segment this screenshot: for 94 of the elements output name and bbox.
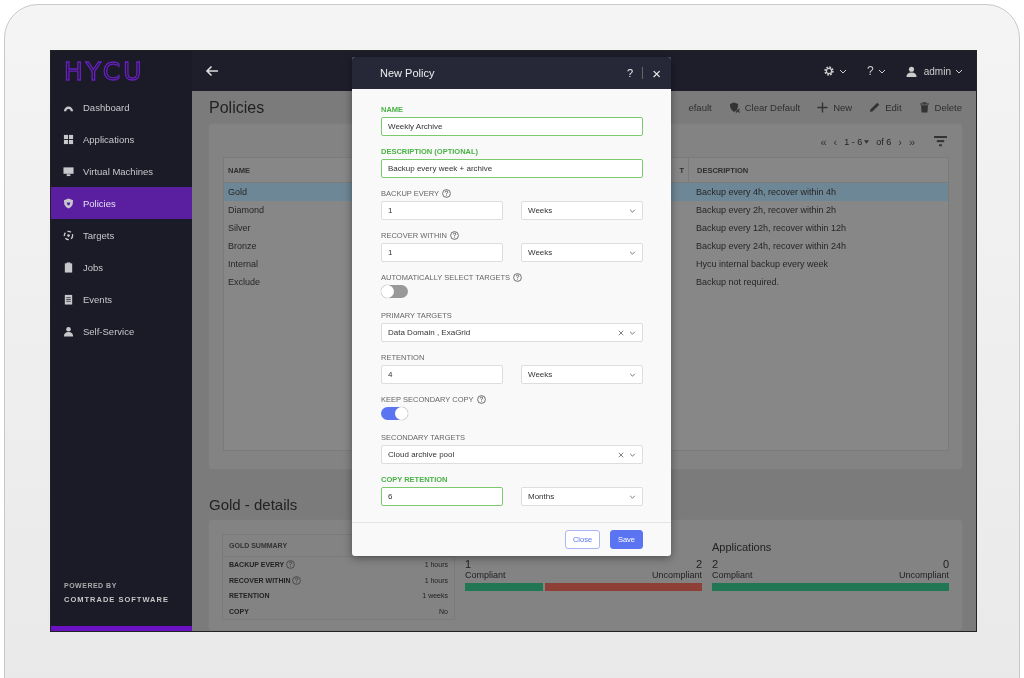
filter-icon[interactable] <box>934 136 947 147</box>
table-cell[interactable]: Backup every 24h, recover within 24h <box>688 237 948 255</box>
settings-menu[interactable] <box>823 65 848 77</box>
page-range-dropdown[interactable]: 1 - 6 <box>844 136 870 147</box>
first-page-button[interactable]: « <box>820 135 827 148</box>
logo: HYCU <box>64 58 145 84</box>
uncompliant-count: 2 <box>695 559 702 570</box>
input-field[interactable]: 6 <box>381 487 503 506</box>
compliant-label: Compliant <box>712 570 753 581</box>
back-arrow-icon[interactable] <box>205 65 219 77</box>
table-cell[interactable]: Exclude <box>224 273 348 291</box>
pencil-icon <box>869 102 881 113</box>
input-field[interactable]: Backup every week + archive <box>381 159 643 178</box>
page-total: of 6 <box>876 136 892 147</box>
settings-icon <box>823 65 836 77</box>
table-cell[interactable]: Diamond <box>224 201 348 219</box>
uncompliant-count: 0 <box>942 559 949 570</box>
table-cell[interactable]: Backup every 2h, recover within 2h <box>688 201 948 219</box>
clipboard-icon <box>63 261 74 273</box>
page-title: Policies <box>209 98 265 117</box>
help-button[interactable]: ? <box>627 67 634 79</box>
clear-icon[interactable] <box>618 451 624 458</box>
input-field[interactable]: 1 <box>381 201 503 220</box>
compliant-count: 1 <box>465 559 472 570</box>
sidebar-item[interactable]: Dashboard <box>51 91 192 123</box>
target-icon <box>63 229 74 241</box>
table-cell[interactable]: Bronze <box>224 237 348 255</box>
uncompliant-label: Uncompliant <box>898 570 949 581</box>
sidebar-item[interactable]: Applications <box>51 123 192 155</box>
table-cell[interactable]: Hycu internal backup every week <box>688 255 948 273</box>
chevron-down-icon <box>629 372 636 377</box>
toggle-switch[interactable] <box>381 407 408 420</box>
toolbar-button[interactable]: Clear Default <box>728 102 801 113</box>
unit-dropdown[interactable]: Weeks <box>521 243 643 262</box>
sidebar-item[interactable]: Virtual Machines <box>51 155 192 187</box>
multiselect-field[interactable]: Data Domain , ExaGrid <box>381 323 643 342</box>
monitor-icon <box>63 165 74 177</box>
unit-dropdown[interactable]: Weeks <box>521 365 643 384</box>
chevron-down-icon <box>629 452 636 457</box>
help-menu[interactable]: ? <box>867 64 886 78</box>
next-page-button[interactable]: › <box>898 135 902 148</box>
chevron-down-icon <box>955 68 963 74</box>
help-icon[interactable] <box>286 560 296 570</box>
sidebar-item[interactable]: Targets <box>51 219 192 251</box>
multiselect-field[interactable]: Cloud archive pool <box>381 445 643 464</box>
sidebar-item[interactable]: Jobs <box>51 251 192 283</box>
chevron-down-icon <box>629 330 636 335</box>
chevron-down-icon <box>877 68 886 74</box>
table-cell[interactable]: Internal <box>224 255 348 273</box>
sidebar-item[interactable]: Policies <box>51 187 192 219</box>
toolbar-button[interactable]: Delete <box>918 102 962 113</box>
clear-icon[interactable] <box>618 329 624 336</box>
table-cell[interactable]: Backup not required. <box>688 273 948 291</box>
last-page-button[interactable]: » <box>908 135 915 148</box>
sidebar-item[interactable]: Self-Service <box>51 315 192 347</box>
previous-page-button[interactable]: ‹ <box>833 135 838 148</box>
chevron-down-icon <box>629 494 636 499</box>
dialog-title: New Policy <box>380 67 435 79</box>
person-icon <box>63 325 74 337</box>
section-title: Gold - details <box>209 496 298 513</box>
unit-dropdown[interactable]: Months <box>521 487 643 506</box>
help-icon[interactable] <box>513 273 523 282</box>
toolbar-button[interactable]: efault <box>688 102 712 113</box>
toggle-switch[interactable] <box>381 285 408 298</box>
chevron-down-icon <box>629 208 636 213</box>
input-field[interactable]: 1 <box>381 243 503 262</box>
table-cell[interactable]: Silver <box>224 219 348 237</box>
calendar-icon <box>63 293 74 305</box>
user-menu[interactable]: admin <box>905 65 963 77</box>
grid-icon <box>63 133 74 145</box>
toolbar-button[interactable]: Edit <box>869 102 902 113</box>
sidebar-item[interactable]: Events <box>51 283 192 315</box>
unit-dropdown[interactable]: Weeks <box>521 201 643 220</box>
help-icon[interactable] <box>292 575 302 585</box>
input-field[interactable]: Weekly Archive <box>381 117 643 136</box>
uncompliant-label: Uncompliant <box>651 570 702 581</box>
caret-icon <box>864 139 870 144</box>
shield-x-icon <box>728 102 740 113</box>
user-icon <box>905 65 917 77</box>
help-icon[interactable] <box>476 395 486 404</box>
table-cell[interactable]: Backup every 12h, recover within 12h <box>688 219 948 237</box>
plus-icon <box>817 102 829 113</box>
compliant-label: Compliant <box>465 570 506 581</box>
shield-icon <box>63 197 74 209</box>
toolbar-button[interactable]: New <box>817 102 853 113</box>
compliance-title: Applications <box>712 540 772 553</box>
help-icon[interactable] <box>449 231 459 240</box>
help-icon[interactable] <box>442 189 452 198</box>
chevron-down-icon <box>839 68 848 74</box>
trash-icon <box>918 102 930 113</box>
compliant-count: 2 <box>712 559 719 570</box>
input-field[interactable]: 4 <box>381 365 503 384</box>
close-button[interactable]: × <box>652 65 661 81</box>
chevron-down-icon <box>629 250 636 255</box>
